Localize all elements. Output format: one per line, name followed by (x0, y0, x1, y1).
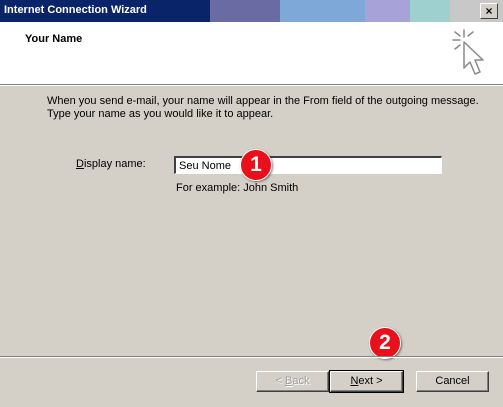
step-1-badge: 1 (240, 149, 272, 181)
title-bar[interactable]: Internet Connection Wizard × (0, 0, 503, 22)
instructions-line-1: When you send e-mail, your name will app… (47, 95, 479, 107)
window-title: Internet Connection Wizard (4, 4, 147, 16)
next-button[interactable]: Next > (329, 370, 404, 393)
internet-connection-wizard-window: Internet Connection Wizard × Your Name W… (0, 0, 503, 407)
display-name-input[interactable] (174, 156, 442, 174)
page-title: Your Name (25, 33, 83, 45)
cancel-button[interactable]: Cancel (416, 371, 489, 392)
display-name-label: Display name: (76, 158, 146, 170)
instructions-text: When you send e-mail, your name will app… (47, 95, 479, 121)
step-2-badge: 2 (369, 327, 401, 359)
back-button[interactable]: < Back (256, 371, 329, 392)
close-button[interactable]: × (480, 3, 498, 19)
header-divider (0, 84, 503, 86)
instructions-line-2: Type your name as you would like it to a… (47, 108, 274, 120)
wizard-header: Your Name (0, 22, 503, 84)
example-hint: For example: John Smith (176, 182, 299, 194)
close-icon: × (485, 4, 493, 18)
wizard-cursor-icon (452, 29, 484, 75)
footer-divider (0, 356, 503, 358)
